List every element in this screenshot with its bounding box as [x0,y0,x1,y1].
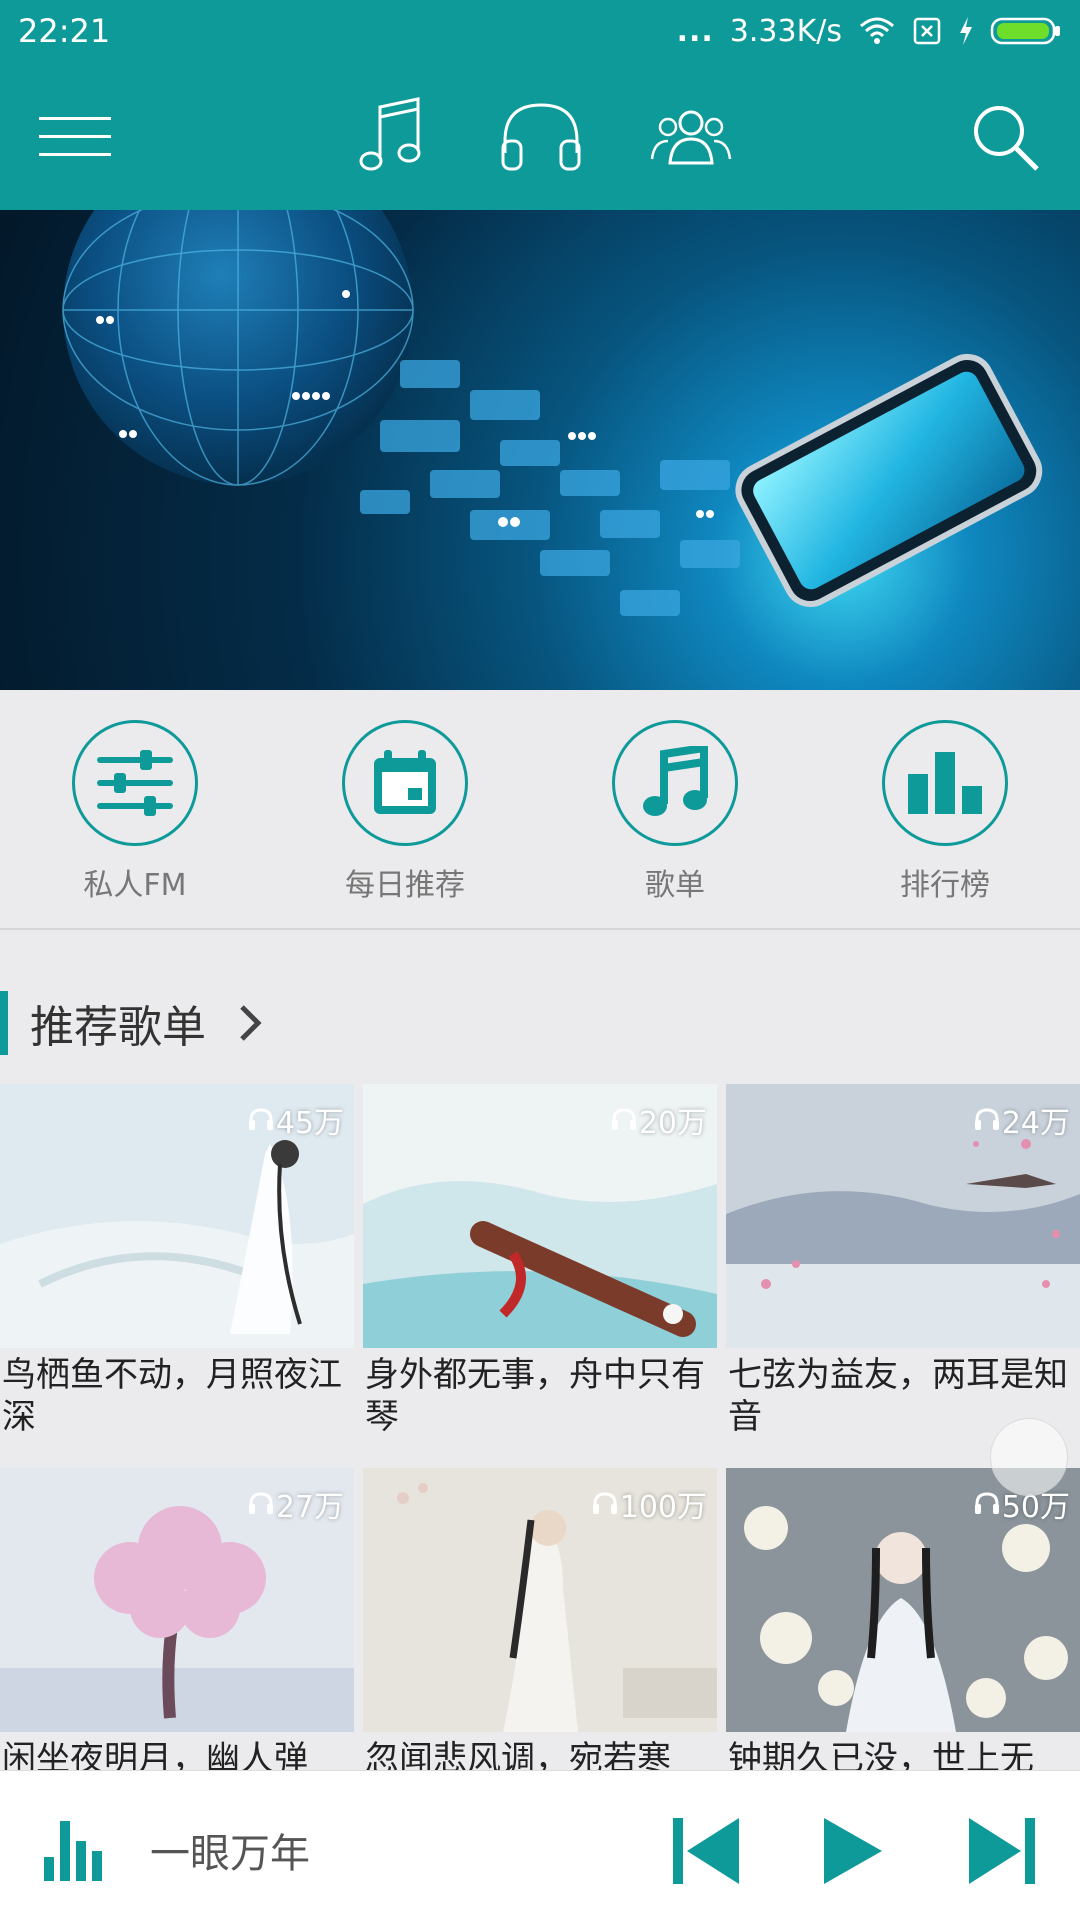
status-indicators: ... 3.33K/s [677,14,1062,49]
status-time: 22:21 [18,12,111,50]
headphones-icon [974,1108,999,1130]
previous-button[interactable] [665,1811,745,1891]
play-count: 45万 [248,1098,344,1142]
play-count-value: 45万 [275,1106,344,1141]
mini-player[interactable]: 一眼万年 [0,1770,1080,1920]
play-count-value: 100万 [619,1490,707,1525]
headphones-icon [592,1492,617,1514]
playlist-card[interactable]: 27万 闲坐夜明月，幽人弹 [0,1468,354,1784]
playlist-card[interactable]: 50万 钟期久已没，世上无 [726,1468,1080,1784]
sliders-icon [97,750,173,816]
playlist-title: 身外都无事，舟中只有琴 [365,1355,705,1437]
status-bar: 22:21 ... 3.33K/s [0,0,1080,62]
sim-icon [912,16,942,46]
section-accent-bar [0,991,8,1055]
quick-entry-circle [882,720,1008,846]
menu-icon [39,117,111,156]
play-count-value: 20万 [638,1106,707,1141]
playlist-cover: 45万 [0,1084,354,1348]
more-dots: ... [676,13,714,49]
playlist-title: 鸟栖鱼不动，月照夜江深 [2,1355,342,1437]
now-playing-title: 一眼万年 [150,1831,310,1877]
quick-entry-label: 排行榜 [900,868,990,903]
previous-icon [673,1818,739,1884]
quick-entries: 私人FM 每日推荐 歌单 排行榜 [0,690,1080,930]
play-count: 100万 [592,1482,707,1526]
playlist-grid: 45万 鸟栖鱼不动，月照夜江深 20万 身外都无事，舟中只有琴 24万 七弦为益… [0,1084,1080,1784]
play-count: 27万 [248,1482,344,1526]
play-count-value: 27万 [275,1490,344,1525]
search-button[interactable] [960,92,1050,182]
quick-entry-label: 私人FM [83,868,187,903]
play-count-value: 24万 [1001,1106,1070,1141]
quick-entry-private-fm[interactable]: 私人FM [35,720,235,904]
quick-entry-circle [342,720,468,846]
playlist-card[interactable]: 20万 身外都无事，舟中只有琴 [363,1084,717,1448]
calendar-icon [374,750,436,814]
chevron-right-icon [238,1003,264,1043]
quick-entry-label: 歌单 [645,868,705,903]
search-icon [974,106,1039,171]
quick-entry-circle [612,720,738,846]
section-title: 推荐歌单 [30,1002,206,1053]
music-note-icon [643,746,708,816]
tab-radio[interactable] [496,92,586,182]
playlist-card[interactable]: 24万 七弦为益友，两耳是知音 [726,1084,1080,1448]
play-count: 24万 [974,1098,1070,1142]
headphones-icon [248,1492,273,1514]
headphones-icon [248,1108,273,1130]
recommended-playlists-header[interactable]: 推荐歌单 [0,988,1080,1058]
playlist-cover: 50万 [726,1468,1080,1732]
play-icon [824,1818,882,1884]
play-button[interactable] [812,1811,892,1891]
play-count: 20万 [611,1098,707,1142]
quick-entry-circle [72,720,198,846]
bar-chart-icon [908,752,982,814]
headphones-icon [974,1492,999,1514]
menu-button[interactable] [30,92,120,182]
playlist-cover: 20万 [363,1084,717,1348]
next-icon [969,1818,1035,1884]
playlist-card[interactable]: 45万 鸟栖鱼不动，月照夜江深 [0,1084,354,1448]
playlist-cover: 24万 [726,1084,1080,1348]
net-speed: 3.33K/s [729,13,842,49]
banner-illustration [62,210,1043,616]
wifi-icon [858,16,896,46]
headphones-icon [501,103,581,171]
next-button[interactable] [963,1811,1043,1891]
charging-icon [958,16,974,46]
friends-icon [650,110,732,165]
battery-icon [990,16,1062,46]
banner[interactable] [0,210,1080,690]
music-note-icon [359,97,421,171]
tab-music[interactable] [346,92,436,182]
top-nav-bar [0,62,1080,210]
tab-friends[interactable] [646,92,736,182]
floating-assist-button[interactable] [990,1418,1068,1496]
playlist-card[interactable]: 100万 忽闻悲风调，宛若寒 [363,1468,717,1784]
quick-entry-playlists[interactable]: 歌单 [575,720,775,904]
headphones-icon [611,1108,636,1130]
quick-entry-charts[interactable]: 排行榜 [845,720,1045,904]
playlist-cover: 100万 [363,1468,717,1732]
playlist-cover: 27万 [0,1468,354,1732]
quick-entry-daily[interactable]: 每日推荐 [305,720,505,904]
quick-entry-label: 每日推荐 [345,868,465,903]
equalizer-icon [40,1815,106,1885]
